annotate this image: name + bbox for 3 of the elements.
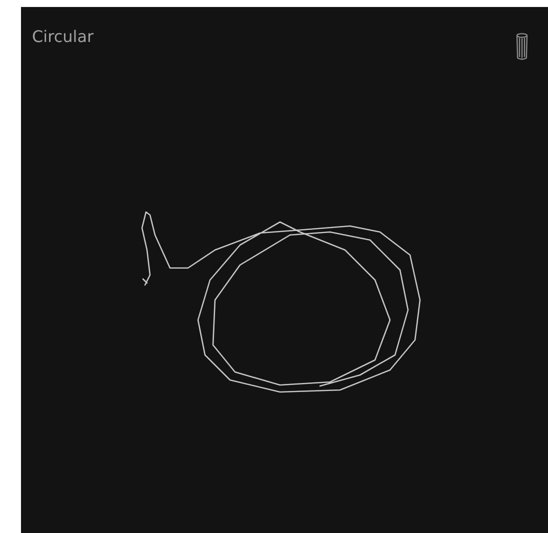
panel-title: Circular xyxy=(32,27,94,47)
delete-button[interactable] xyxy=(516,33,528,61)
trash-icon xyxy=(516,33,528,61)
